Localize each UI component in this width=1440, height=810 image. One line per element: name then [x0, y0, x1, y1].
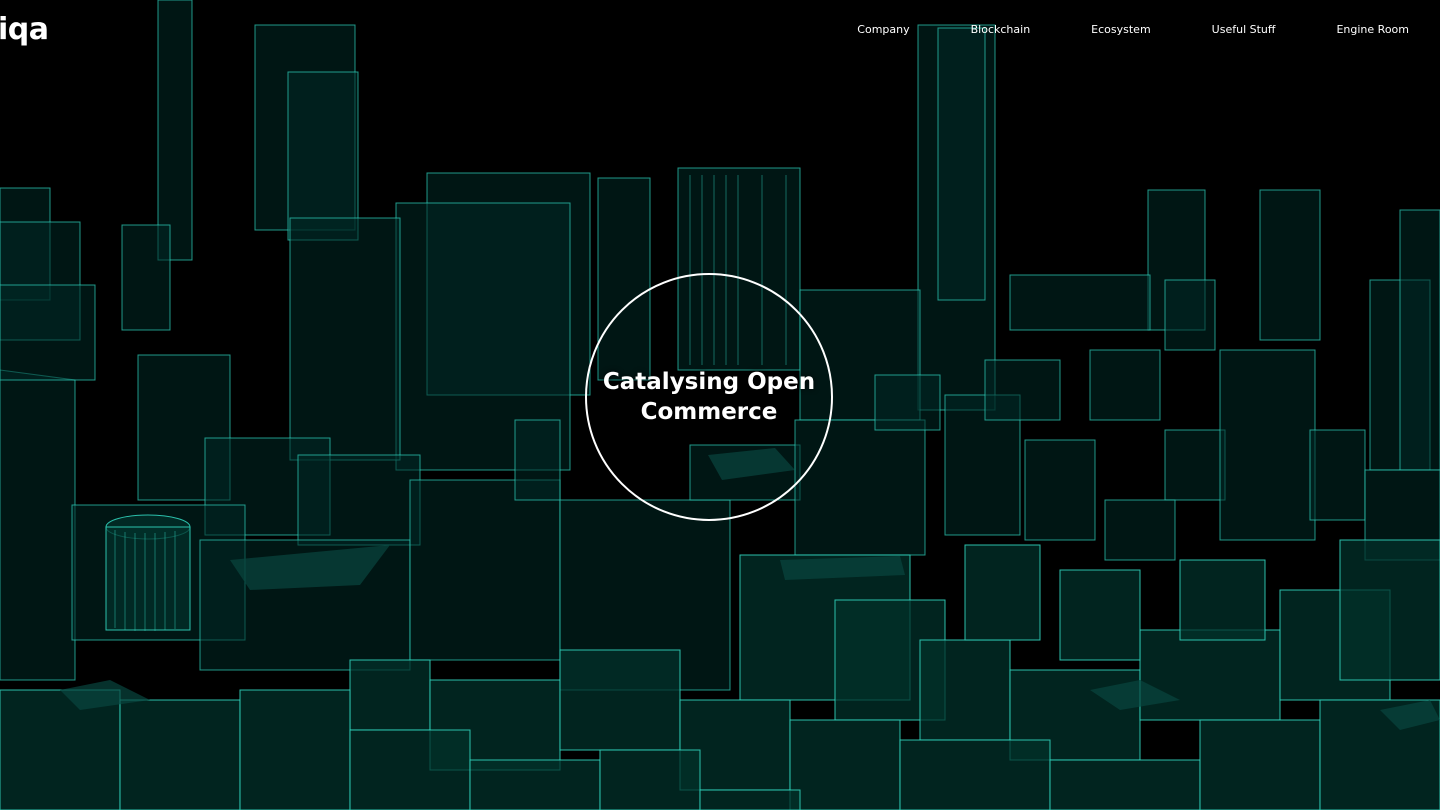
nav-item-engine-room[interactable]: Engine Room — [1336, 22, 1409, 38]
main-nav: Company Blockchain Ecosystem Useful Stuf… — [857, 22, 1409, 38]
nav-item-ecosystem[interactable]: Ecosystem — [1091, 22, 1151, 38]
page: iqa Company Blockchain Ecosystem Useful … — [0, 0, 1440, 810]
hero-title: Catalysing Open Commerce — [602, 369, 816, 425]
hero-circle[interactable]: Catalysing Open Commerce — [585, 273, 833, 521]
iqa-logo[interactable]: iqa — [0, 12, 49, 48]
nav-item-useful-stuff[interactable]: Useful Stuff — [1212, 22, 1276, 38]
nav-item-company[interactable]: Company — [857, 22, 909, 38]
nav-item-blockchain[interactable]: Blockchain — [971, 22, 1031, 38]
